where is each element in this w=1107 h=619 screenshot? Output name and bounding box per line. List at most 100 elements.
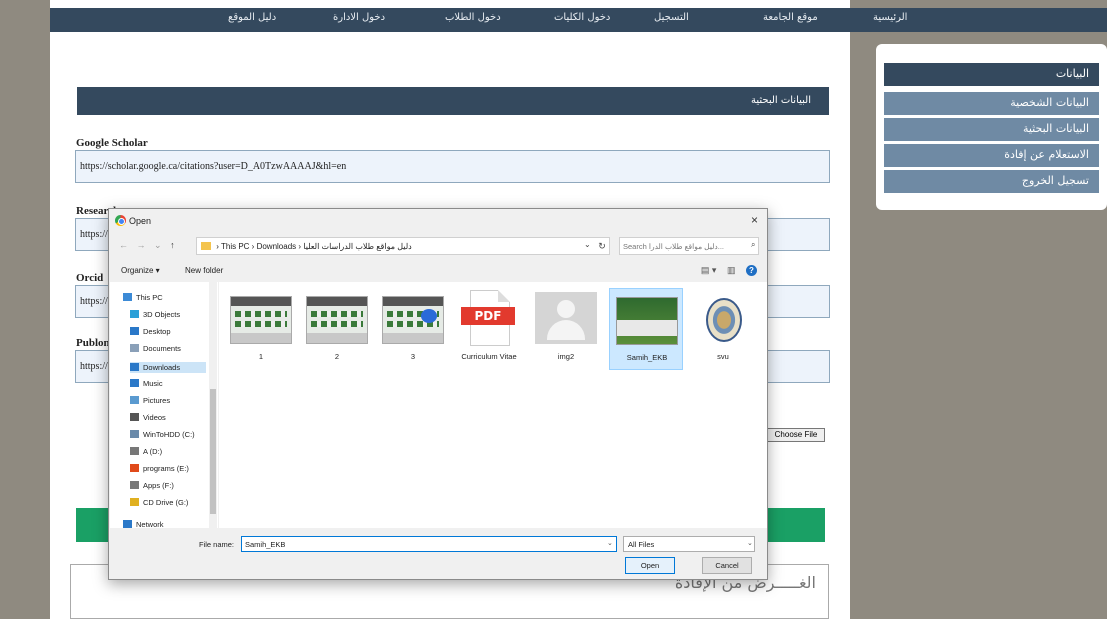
file-name-dropdown-icon[interactable]: ⌄: [607, 539, 613, 547]
nav-item-3[interactable]: Documents: [130, 344, 181, 353]
organize-menu[interactable]: Organize ▾: [121, 266, 160, 275]
recent-dropdown-icon[interactable]: ⌄: [154, 240, 162, 250]
file-item[interactable]: 2: [300, 288, 374, 370]
file-item[interactable]: PDF Curriculum Vitae: [452, 288, 526, 370]
pdf-badge: PDF: [461, 307, 515, 325]
nav-item-5[interactable]: Music: [130, 379, 163, 388]
nav-item-6[interactable]: Pictures: [130, 396, 170, 405]
nav-item-label: CD Drive (G:): [143, 498, 189, 507]
open-file-dialog: Open × ← → ⌄ ↑ › This PC › Downloads › د…: [108, 208, 768, 580]
file-name-label: File name:: [199, 540, 235, 549]
navigation-pane: This PC 3D Objects Desktop Documents Downloa…: [110, 282, 218, 529]
dialog-bottom: File name: Samih_EKB ⌄ All Files ⌄ Open …: [109, 529, 767, 579]
nav-item-0[interactable]: This PC: [123, 293, 163, 302]
file-item[interactable]: 3: [376, 288, 450, 370]
nav-item-11[interactable]: Apps (F:): [130, 481, 174, 490]
pdf-file-icon: PDF: [461, 290, 515, 346]
file-name: svu: [717, 352, 729, 361]
music-icon: [130, 379, 139, 387]
help-icon[interactable]: ?: [746, 265, 757, 276]
cd-icon: [130, 498, 139, 506]
open-button[interactable]: Open: [625, 557, 675, 574]
address-bar[interactable]: › This PC › Downloads › دليل مواقع طلاب …: [196, 237, 610, 255]
file-name: 3: [410, 352, 416, 361]
nav-faculties-login[interactable]: دخول الكليات: [554, 12, 610, 23]
file-type-select[interactable]: All Files: [623, 536, 755, 552]
breadcrumb-sep: ›: [251, 242, 255, 251]
drive-icon: [130, 481, 139, 489]
nav-admin-login[interactable]: دخول الادارة: [333, 12, 385, 23]
search-icon: ⌕: [751, 240, 756, 249]
file-item[interactable]: img2: [529, 288, 603, 370]
google-scholar-input[interactable]: https://scholar.google.ca/citations?user…: [75, 150, 830, 183]
nav-item-label: Desktop: [143, 327, 171, 336]
address-dropdown-icon[interactable]: ⌄: [584, 240, 591, 249]
google-scholar-label: Google Scholar: [76, 137, 148, 149]
up-arrow-icon[interactable]: ↑: [170, 240, 175, 250]
breadcrumb-sep: ›: [216, 242, 219, 251]
sidebar-item-research-data[interactable]: البيانات البحثية: [884, 118, 1099, 141]
sidebar-item-logout[interactable]: تسجيل الخروج: [884, 170, 1099, 193]
nav-item-10[interactable]: programs (E:): [130, 464, 189, 473]
folder-icon: [201, 242, 211, 250]
file-name-input[interactable]: Samih_EKB: [241, 536, 617, 552]
nav-item-7[interactable]: Videos: [130, 413, 166, 422]
breadcrumb-this-pc[interactable]: This PC: [221, 242, 249, 251]
sidebar-item-certificate-inquiry[interactable]: الاستعلام عن إفادة: [884, 144, 1099, 167]
file-name: img2: [557, 352, 575, 361]
nav-item-label: Documents: [143, 344, 181, 353]
nav-item-label: Downloads: [143, 363, 181, 372]
nav-university-site[interactable]: موقع الجامعة: [763, 12, 818, 23]
nav-item-12[interactable]: CD Drive (G:): [130, 498, 188, 507]
search-input[interactable]: Search دليل مواقع طلاب الدرا...: [619, 237, 759, 255]
nav-register[interactable]: التسجيل: [654, 12, 689, 23]
nav-item-label: Music: [143, 379, 163, 388]
download-icon: [130, 363, 139, 371]
breadcrumb-current-folder[interactable]: دليل مواقع طلاب الدراسات العليا: [303, 242, 411, 251]
network-icon: [123, 520, 132, 528]
file-item[interactable]: Samih_EKB: [609, 288, 683, 370]
nav-item-4[interactable]: Downloads: [130, 362, 206, 373]
file-name: Samih_EKB: [626, 353, 668, 362]
image-thumbnail: [616, 297, 678, 345]
nav-item-label: Apps (F:): [143, 481, 174, 490]
new-folder-button[interactable]: New folder: [185, 266, 223, 275]
desktop-icon: [130, 327, 139, 335]
choose-file-button[interactable]: Choose File: [767, 428, 825, 442]
nav-item-2[interactable]: Desktop: [130, 327, 171, 336]
computer-icon: [123, 293, 132, 301]
breadcrumb-downloads[interactable]: Downloads: [257, 242, 297, 251]
refresh-icon[interactable]: ↻: [594, 237, 610, 255]
navigation-scrollbar-thumb[interactable]: [210, 389, 216, 514]
chrome-icon: [115, 215, 126, 226]
nav-item-13[interactable]: Network: [123, 520, 164, 529]
view-options: ▤ ▾ ▥ ?: [701, 265, 757, 276]
nav-item-1[interactable]: 3D Objects: [130, 310, 180, 319]
university-seal-thumbnail: [692, 296, 754, 344]
file-name: 1: [258, 352, 264, 361]
sidebar-item-personal-data[interactable]: البيانات الشخصية: [884, 92, 1099, 115]
nav-item-label: This PC: [136, 293, 163, 302]
pictures-icon: [130, 396, 139, 404]
file-item[interactable]: 1: [224, 288, 298, 370]
nav-item-8[interactable]: WinToHDD (C:): [130, 430, 195, 439]
file-name: Curriculum Vitae: [461, 352, 517, 361]
preview-pane-icon[interactable]: ▥: [727, 265, 736, 275]
file-item[interactable]: svu: [686, 288, 760, 370]
nav-site-guide[interactable]: دليل الموقع: [228, 12, 276, 23]
file-name: 2: [334, 352, 340, 361]
file-type-dropdown-icon[interactable]: ⌄: [747, 539, 753, 547]
close-icon[interactable]: ×: [751, 213, 758, 227]
forward-arrow-icon[interactable]: →: [137, 240, 146, 250]
cancel-button[interactable]: Cancel: [702, 557, 752, 574]
view-mode-icon[interactable]: ▤ ▾: [701, 265, 717, 275]
dialog-toolbar: Organize ▾ New folder ▤ ▾ ▥ ?: [109, 263, 767, 281]
nav-students-login[interactable]: دخول الطلاب: [445, 12, 501, 23]
nav-item-9[interactable]: A (D:): [130, 447, 162, 456]
nav-item-label: Network: [136, 520, 164, 529]
nav-home[interactable]: الرئيسية: [873, 12, 907, 23]
section-title: البيانات البحثية: [77, 87, 829, 115]
page-background-left: [0, 0, 50, 619]
file-list: 1 2 3 PDF Curriculum Vitae img2 Samih_EKB svu: [219, 282, 767, 528]
back-arrow-icon[interactable]: ←: [119, 240, 128, 250]
